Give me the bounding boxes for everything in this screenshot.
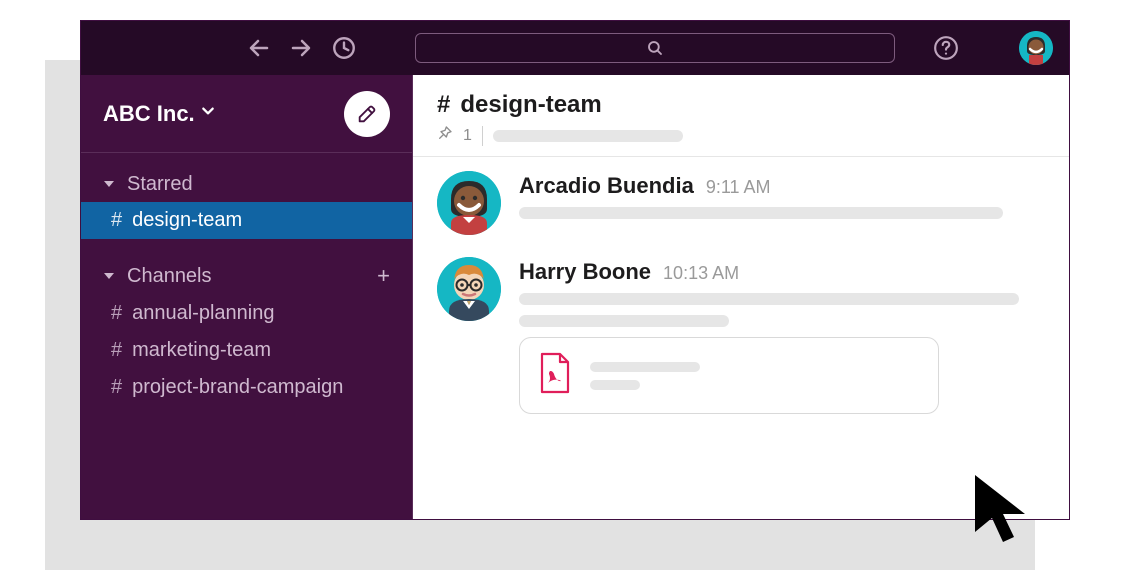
message-text-placeholder (519, 315, 729, 327)
pinned-count[interactable]: 1 (463, 127, 472, 145)
help-button[interactable] (933, 35, 959, 61)
message[interactable]: Harry Boone 10:13 AM (437, 257, 1045, 414)
channel-title[interactable]: # design-team (437, 91, 1045, 119)
channel-project-brand-campaign[interactable]: # project-brand-campaign (81, 369, 412, 406)
channels-label: Channels (127, 265, 212, 288)
channel-label: annual-planning (132, 302, 274, 325)
channel-label: design-team (132, 209, 242, 232)
channel-meta: 1 (437, 125, 1045, 146)
hash-icon: # (111, 209, 122, 232)
starred-section: Starred # design-team (81, 153, 412, 243)
caret-down-icon (103, 265, 117, 288)
message-body: Harry Boone 10:13 AM (519, 257, 1045, 414)
channel-header: # design-team 1 (413, 75, 1069, 157)
message-list: Arcadio Buendia 9:11 AM (413, 157, 1069, 519)
channel-topic[interactable] (493, 130, 683, 142)
channel-label: marketing-team (132, 339, 271, 362)
attachment-meta (590, 362, 700, 390)
channel-label: project-brand-campaign (132, 376, 343, 399)
divider (482, 126, 483, 146)
pin-icon[interactable] (437, 125, 453, 146)
channel-annual-planning[interactable]: # annual-planning (81, 295, 412, 332)
file-attachment[interactable] (519, 337, 939, 414)
message-time: 9:11 AM (706, 177, 771, 198)
hash-icon: # (111, 376, 122, 399)
message-author[interactable]: Arcadio Buendia (519, 173, 694, 199)
channel-design-team[interactable]: # design-team (81, 202, 412, 239)
workspace-switcher[interactable]: ABC Inc. (81, 75, 412, 153)
main-panel: # design-team 1 (413, 75, 1069, 519)
hash-icon: # (111, 302, 122, 325)
hash-icon: # (111, 339, 122, 362)
forward-button[interactable] (289, 36, 313, 60)
caret-down-icon (103, 173, 117, 196)
history-button[interactable] (331, 35, 357, 61)
slack-window: ABC Inc. Starred # design-team (80, 20, 1070, 520)
message-text-placeholder (519, 293, 1019, 305)
compose-button[interactable] (344, 91, 390, 137)
pdf-icon (538, 352, 572, 399)
channels-header[interactable]: Channels + (81, 257, 412, 295)
add-channel-button[interactable]: + (377, 263, 390, 289)
avatar[interactable] (437, 257, 501, 321)
workspace-name: ABC Inc. (103, 101, 195, 127)
hash-icon: # (437, 91, 450, 119)
starred-label: Starred (127, 173, 193, 196)
starred-header[interactable]: Starred (81, 167, 412, 202)
message-body: Arcadio Buendia 9:11 AM (519, 171, 1045, 235)
sidebar: ABC Inc. Starred # design-team (81, 75, 413, 519)
top-bar (81, 21, 1069, 75)
channels-section: Channels + # annual-planning # marketing… (81, 243, 412, 410)
message-author[interactable]: Harry Boone (519, 259, 651, 285)
cursor-icon (970, 470, 1040, 555)
back-button[interactable] (247, 36, 271, 60)
user-avatar[interactable] (1019, 31, 1053, 65)
channel-marketing-team[interactable]: # marketing-team (81, 332, 412, 369)
message-time: 10:13 AM (663, 263, 739, 284)
message-text-placeholder (519, 207, 1003, 219)
avatar[interactable] (437, 171, 501, 235)
message[interactable]: Arcadio Buendia 9:11 AM (437, 171, 1045, 235)
history-nav (247, 35, 357, 61)
search-input[interactable] (415, 33, 895, 63)
channel-name: design-team (460, 91, 601, 119)
chevron-down-icon (201, 104, 215, 123)
